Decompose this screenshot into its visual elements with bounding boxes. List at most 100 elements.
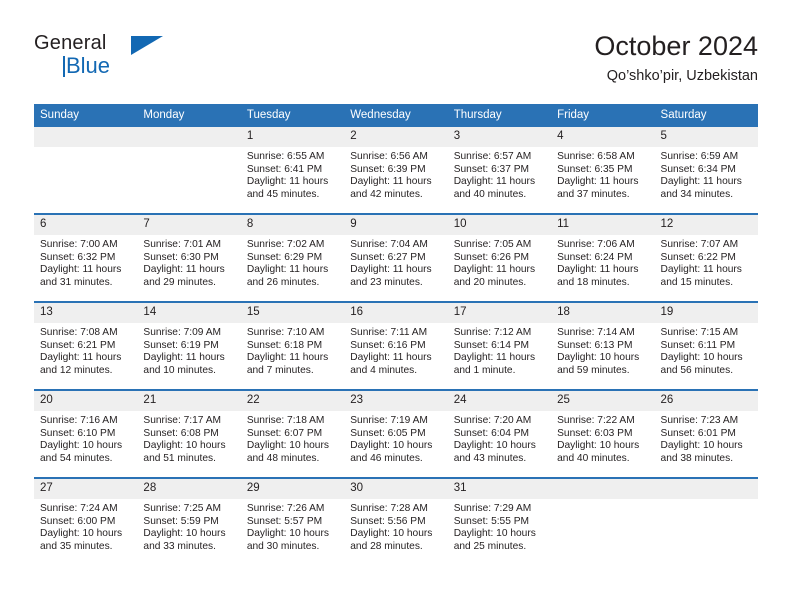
sunset-time: Sunset: 6:10 PM xyxy=(40,427,116,439)
sunrise-time: Sunrise: 7:22 AM xyxy=(557,415,635,426)
day-details: Sunrise: 7:19 AM Sunset: 6:05 PM Daylight:… xyxy=(344,411,447,465)
daylight-duration-line1: Daylight: 11 hours xyxy=(453,176,536,188)
sunrise-time: Sunrise: 6:59 AM xyxy=(660,151,739,162)
logo-bar-icon xyxy=(63,56,65,77)
sunrise-time: Sunrise: 7:07 AM xyxy=(660,239,739,250)
calendar-week-row: 20 Sunrise: 7:16 AM Sunset: 6:10 PM Dayligh… xyxy=(34,389,758,478)
day-number: 11 xyxy=(551,215,655,235)
daylight-duration-line1: Daylight: 10 hours xyxy=(246,440,329,452)
calendar-day-cell[interactable]: 13 Sunrise: 7:08 AM Sunset: 6:21 PM Dayligh… xyxy=(34,301,138,390)
daylight-duration-line2: and 1 minute. xyxy=(453,364,516,376)
sunset-time: Sunset: 6:34 PM xyxy=(660,163,736,175)
calendar-day-cell-empty xyxy=(654,477,758,565)
general-blue-logo[interactable]: General Blue xyxy=(34,32,164,84)
day-details: Sunrise: 7:01 AM Sunset: 6:30 PM Daylight:… xyxy=(137,235,240,289)
calendar-day-cell[interactable]: 2 Sunrise: 6:56 AM Sunset: 6:39 PM Daylight… xyxy=(344,127,448,214)
sunrise-time: Sunrise: 7:25 AM xyxy=(143,503,222,514)
daylight-duration-line2: and 30 minutes. xyxy=(246,540,320,552)
calendar-day-cell[interactable]: 5 Sunrise: 6:59 AM Sunset: 6:34 PM Daylight… xyxy=(654,127,758,214)
sunset-time: Sunset: 6:18 PM xyxy=(246,339,323,351)
calendar-day-cell[interactable]: 8 Sunrise: 7:02 AM Sunset: 6:29 PM Daylight… xyxy=(240,213,345,302)
day-number: 21 xyxy=(137,391,241,411)
daylight-duration-line2: and 25 minutes. xyxy=(453,540,527,552)
daylight-duration-line1: Daylight: 11 hours xyxy=(453,264,536,276)
calendar-day-cell[interactable]: 6 Sunrise: 7:00 AM Sunset: 6:32 PM Daylight… xyxy=(34,213,138,302)
calendar-day-cell[interactable]: 14 Sunrise: 7:09 AM Sunset: 6:19 PM Dayligh… xyxy=(137,301,241,390)
day-number: 12 xyxy=(654,215,758,235)
calendar-day-cell[interactable]: 23 Sunrise: 7:19 AM Sunset: 6:05 PM Dayligh… xyxy=(344,389,448,478)
day-number: 3 xyxy=(447,127,552,147)
day-details: Sunrise: 7:20 AM Sunset: 6:04 PM Daylight:… xyxy=(448,411,551,465)
calendar-day-cell[interactable]: 12 Sunrise: 7:07 AM Sunset: 6:22 PM Dayligh… xyxy=(654,213,758,302)
calendar-day-cell[interactable]: 4 Sunrise: 6:58 AM Sunset: 6:35 PM Daylight… xyxy=(551,127,655,214)
calendar-day-cell[interactable]: 30 Sunrise: 7:28 AM Sunset: 5:56 PM Dayligh… xyxy=(344,477,448,565)
calendar-day-cell[interactable]: 15 Sunrise: 7:10 AM Sunset: 6:18 PM Dayligh… xyxy=(240,301,345,390)
sunset-time: Sunset: 6:04 PM xyxy=(453,427,530,439)
calendar-day-cell[interactable]: 11 Sunrise: 7:06 AM Sunset: 6:24 PM Dayligh… xyxy=(551,213,655,302)
calendar-day-cell[interactable]: 26 Sunrise: 7:23 AM Sunset: 6:01 PM Dayligh… xyxy=(654,389,758,478)
daylight-duration-line2: and 56 minutes. xyxy=(660,364,734,376)
calendar-day-cell[interactable]: 7 Sunrise: 7:01 AM Sunset: 6:30 PM Daylight… xyxy=(137,213,241,302)
daylight-duration-line1: Daylight: 10 hours xyxy=(143,528,226,540)
calendar-day-cell[interactable]: 20 Sunrise: 7:16 AM Sunset: 6:10 PM Dayligh… xyxy=(34,389,138,478)
calendar-week-row: 27 Sunrise: 7:24 AM Sunset: 6:00 PM Dayligh… xyxy=(34,477,758,565)
sunrise-time: Sunrise: 6:57 AM xyxy=(453,151,532,162)
calendar-week-row: 6 Sunrise: 7:00 AM Sunset: 6:32 PM Daylight… xyxy=(34,213,758,302)
weekday-header-saturday: Saturday xyxy=(654,104,758,127)
calendar-day-cell[interactable]: 24 Sunrise: 7:20 AM Sunset: 6:04 PM Dayligh… xyxy=(447,389,552,478)
calendar-day-cell[interactable]: 1 Sunrise: 6:55 AM Sunset: 6:41 PM Daylight… xyxy=(240,127,345,214)
daylight-duration-line2: and 29 minutes. xyxy=(143,276,216,288)
day-details: Sunrise: 7:14 AM Sunset: 6:13 PM Daylight:… xyxy=(551,323,654,377)
sunrise-time: Sunrise: 7:14 AM xyxy=(557,327,635,338)
calendar-day-cell-empty xyxy=(551,477,655,565)
calendar-day-cell[interactable]: 17 Sunrise: 7:12 AM Sunset: 6:14 PM Dayligh… xyxy=(447,301,552,390)
calendar-day-cell[interactable]: 31 Sunrise: 7:29 AM Sunset: 5:55 PM Dayligh… xyxy=(447,477,552,565)
sunrise-time: Sunrise: 7:29 AM xyxy=(453,503,532,514)
weekday-header-wednesday: Wednesday xyxy=(344,104,448,127)
daylight-duration-line2: and 23 minutes. xyxy=(350,276,423,288)
daylight-duration-line2: and 45 minutes. xyxy=(246,188,320,200)
sunset-time: Sunset: 6:26 PM xyxy=(453,251,530,263)
calendar-day-cell[interactable]: 22 Sunrise: 7:18 AM Sunset: 6:07 PM Dayligh… xyxy=(240,389,345,478)
day-details: Sunrise: 7:12 AM Sunset: 6:14 PM Daylight:… xyxy=(448,323,551,377)
sunset-time: Sunset: 6:19 PM xyxy=(143,339,219,351)
daylight-duration-line2: and 10 minutes. xyxy=(143,364,216,376)
calendar-header-row: Sunday Monday Tuesday Wednesday Thursday… xyxy=(34,104,758,127)
day-details: Sunrise: 7:15 AM Sunset: 6:11 PM Daylight:… xyxy=(655,323,758,377)
day-details: Sunrise: 6:58 AM Sunset: 6:35 PM Daylight:… xyxy=(551,147,654,201)
page-title: October 2024 xyxy=(594,31,758,61)
calendar-day-cell[interactable]: 3 Sunrise: 6:57 AM Sunset: 6:37 PM Daylight… xyxy=(447,127,552,214)
sunrise-time: Sunrise: 7:20 AM xyxy=(453,415,532,426)
day-number: 30 xyxy=(344,479,448,499)
sunset-time: Sunset: 6:11 PM xyxy=(660,339,736,351)
calendar-week-row: 1 Sunrise: 6:55 AM Sunset: 6:41 PM Daylight… xyxy=(34,127,758,214)
day-number: 28 xyxy=(137,479,241,499)
calendar-day-cell[interactable]: 21 Sunrise: 7:17 AM Sunset: 6:08 PM Dayligh… xyxy=(137,389,241,478)
day-number: 24 xyxy=(447,391,552,411)
daylight-duration-line2: and 40 minutes. xyxy=(453,188,527,200)
sunrise-time: Sunrise: 7:00 AM xyxy=(40,239,118,250)
day-details: Sunrise: 7:24 AM Sunset: 6:00 PM Daylight:… xyxy=(34,499,137,553)
sunset-time: Sunset: 6:16 PM xyxy=(350,339,426,351)
daylight-duration-line2: and 20 minutes. xyxy=(453,276,527,288)
calendar-day-cell[interactable]: 28 Sunrise: 7:25 AM Sunset: 5:59 PM Dayligh… xyxy=(137,477,241,565)
page-header: General Blue October 2024 Qo’shko’pir, U… xyxy=(34,30,758,90)
day-number: 19 xyxy=(654,303,758,323)
calendar-day-cell[interactable]: 16 Sunrise: 7:11 AM Sunset: 6:16 PM Dayligh… xyxy=(344,301,448,390)
sunset-time: Sunset: 5:55 PM xyxy=(453,515,530,527)
sunset-time: Sunset: 6:14 PM xyxy=(453,339,530,351)
sunrise-time: Sunrise: 7:17 AM xyxy=(143,415,222,426)
daylight-duration-line2: and 28 minutes. xyxy=(350,540,423,552)
sunrise-time: Sunrise: 7:23 AM xyxy=(660,415,739,426)
calendar-day-cell[interactable]: 27 Sunrise: 7:24 AM Sunset: 6:00 PM Dayligh… xyxy=(34,477,138,565)
calendar-day-cell[interactable]: 19 Sunrise: 7:15 AM Sunset: 6:11 PM Dayligh… xyxy=(654,301,758,390)
calendar-day-cell[interactable]: 10 Sunrise: 7:05 AM Sunset: 6:26 PM Dayligh… xyxy=(447,213,552,302)
daylight-duration-line1: Daylight: 11 hours xyxy=(350,352,432,364)
daylight-duration-line2: and 38 minutes. xyxy=(660,452,734,464)
calendar-day-cell[interactable]: 29 Sunrise: 7:26 AM Sunset: 5:57 PM Dayligh… xyxy=(240,477,345,565)
sunset-time: Sunset: 6:35 PM xyxy=(557,163,633,175)
calendar-day-cell[interactable]: 25 Sunrise: 7:22 AM Sunset: 6:03 PM Dayligh… xyxy=(551,389,655,478)
calendar-day-cell[interactable]: 9 Sunrise: 7:04 AM Sunset: 6:27 PM Daylight… xyxy=(344,213,448,302)
daylight-duration-line2: and 7 minutes. xyxy=(246,364,314,376)
calendar-day-cell[interactable]: 18 Sunrise: 7:14 AM Sunset: 6:13 PM Dayligh… xyxy=(551,301,655,390)
